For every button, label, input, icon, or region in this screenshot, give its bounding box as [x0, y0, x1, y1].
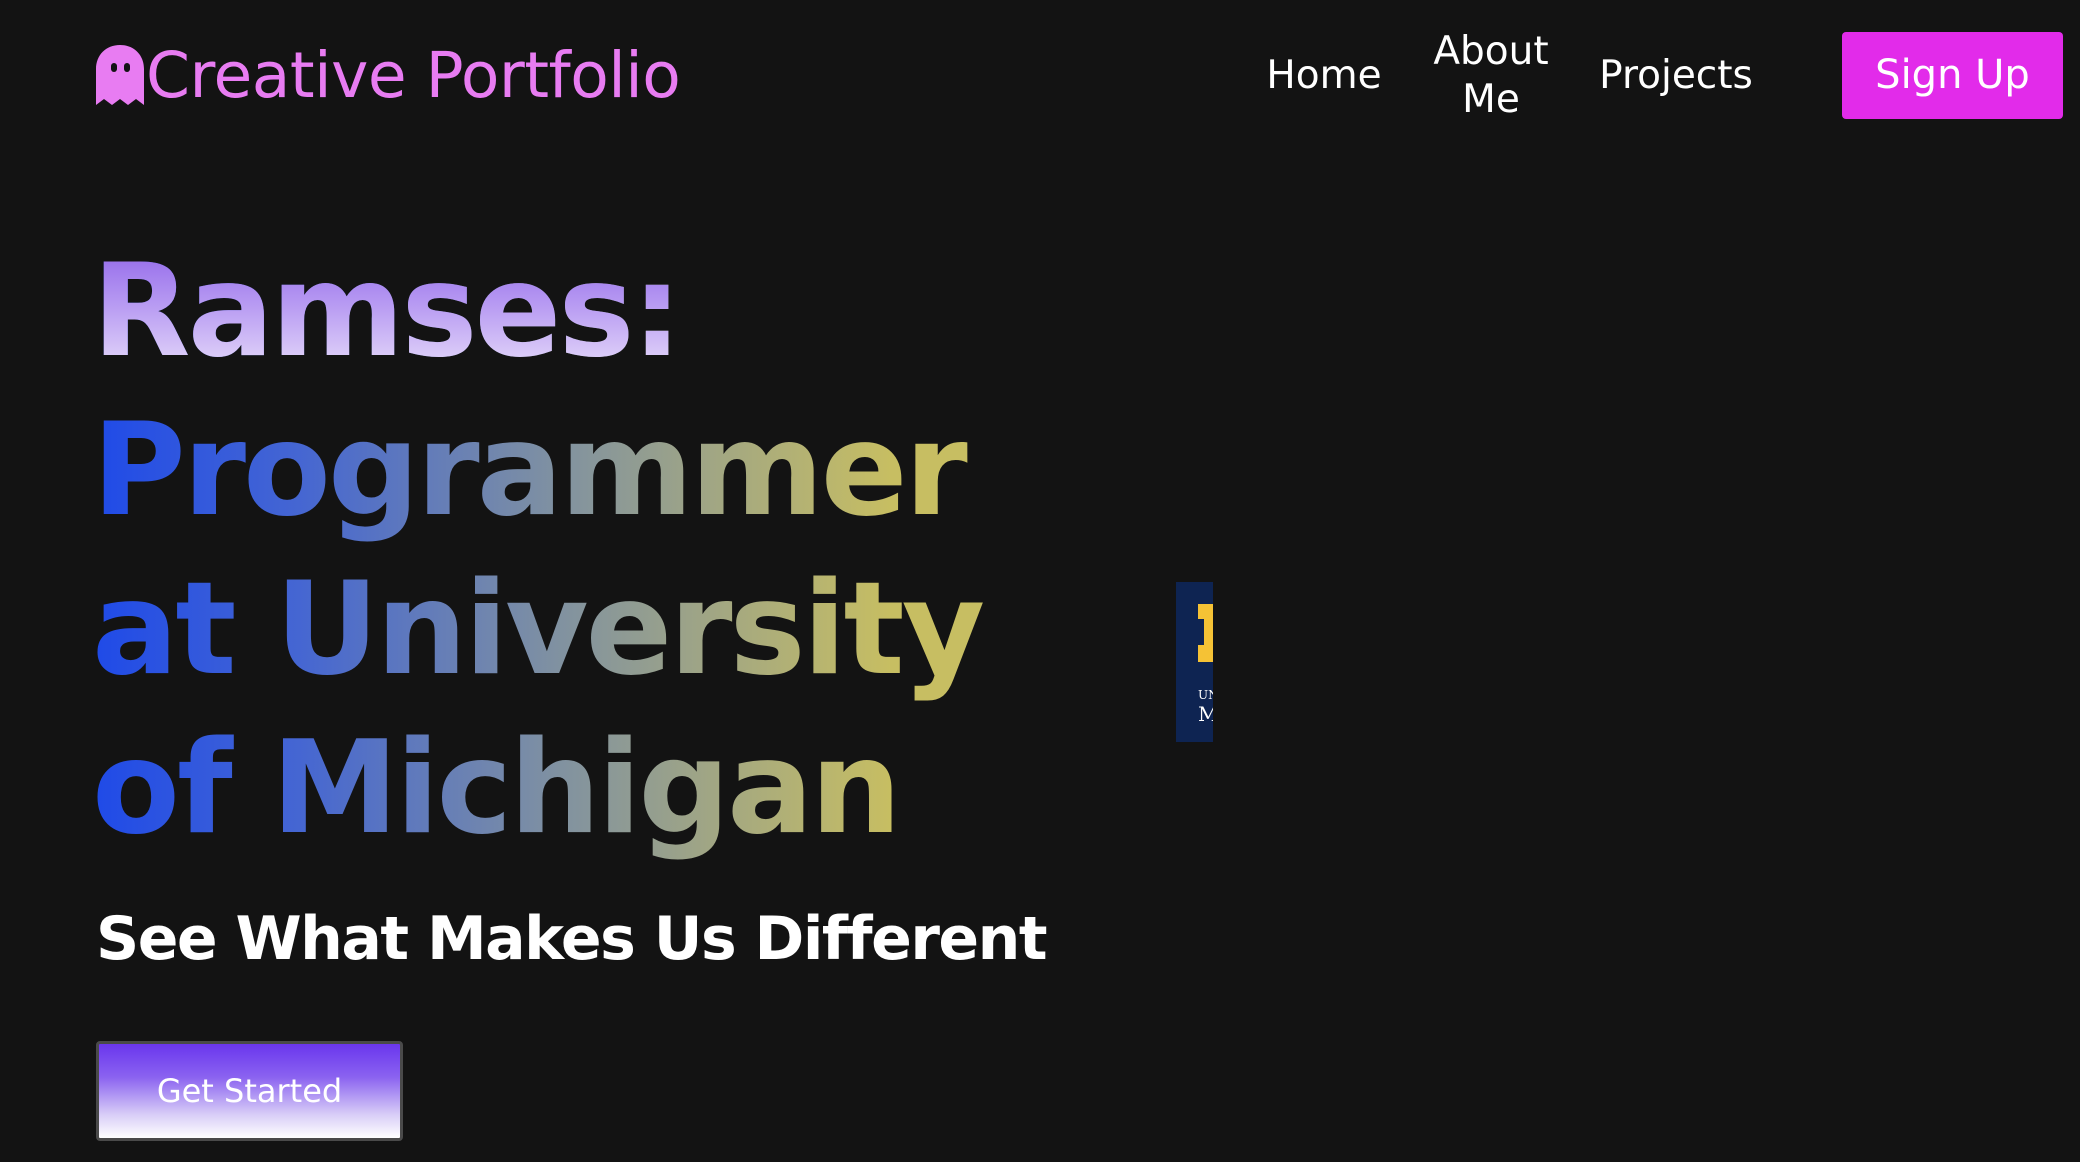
brand-logo-link[interactable]: Creative Portfolio [96, 39, 681, 112]
nav-home-link[interactable]: Home [1260, 52, 1388, 100]
logo-text-line-2: M [1198, 702, 1213, 726]
hero-heading: Ramses: Programmer at University of Mich… [92, 232, 1032, 868]
nav-about-link[interactable]: About Me [1422, 28, 1560, 124]
sign-up-button[interactable]: Sign Up [1842, 32, 2063, 119]
nav-projects-link[interactable]: Projects [1596, 52, 1756, 100]
logo-text-line-1: UN [1198, 688, 1213, 702]
hero-tagline: Programmer at University of Michigan [92, 396, 983, 863]
hero-name: Ramses: [92, 237, 683, 386]
hero-subheading: See What Makes Us Different [96, 904, 1048, 974]
ghost-icon [96, 45, 144, 107]
university-logo-image: UN M [1176, 582, 1213, 742]
navbar: Creative Portfolio Home About Me Project… [0, 0, 2080, 155]
block-m-notch [1198, 619, 1204, 645]
brand-name: Creative Portfolio [146, 39, 681, 112]
get-started-button[interactable]: Get Started [96, 1041, 403, 1141]
